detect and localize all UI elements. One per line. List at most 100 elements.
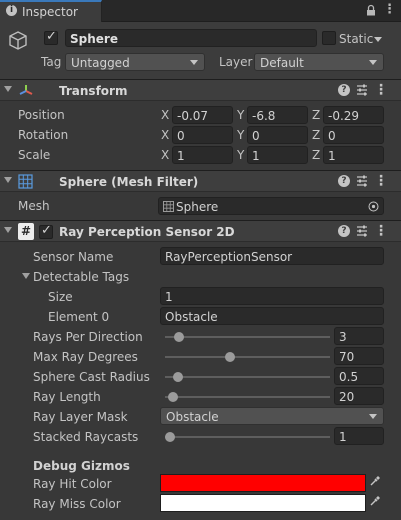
mesh-label: Mesh bbox=[18, 199, 50, 213]
tag-value: Untagged bbox=[71, 56, 130, 70]
axis-y-label: Y bbox=[237, 108, 245, 122]
static-dropdown-arrow-icon[interactable] bbox=[374, 37, 382, 42]
axis-x-label: X bbox=[161, 108, 170, 122]
transform-body: Position X -0.07 Y -6.8 Z -0.29 Rotation… bbox=[0, 101, 401, 168]
layer-dropdown[interactable]: Default bbox=[254, 53, 384, 71]
value: 0 bbox=[177, 129, 185, 143]
mesh-object-field[interactable]: Sphere bbox=[158, 197, 384, 215]
slider-track[interactable] bbox=[165, 436, 330, 438]
help-icon[interactable]: ? bbox=[338, 84, 350, 96]
mesh-value: Sphere bbox=[176, 200, 219, 214]
slider-handle[interactable] bbox=[165, 432, 175, 442]
script-hash-icon: # bbox=[18, 223, 34, 240]
help-icon[interactable]: ? bbox=[338, 225, 350, 237]
ray-sensor-header[interactable]: # ✓ Ray Perception Sensor 2D ? ⋮ bbox=[0, 220, 401, 242]
tags-size-field[interactable]: 1 bbox=[160, 287, 384, 305]
tag-dropdown[interactable]: Untagged bbox=[65, 53, 205, 71]
rotation-x-field[interactable]: 0 bbox=[172, 126, 233, 144]
preset-settings-icon[interactable] bbox=[355, 173, 369, 189]
position-x-field[interactable]: -0.07 bbox=[172, 106, 233, 124]
rotation-label: Rotation bbox=[18, 128, 69, 142]
value: 1 bbox=[328, 149, 336, 163]
foldout-arrow-icon[interactable] bbox=[22, 273, 30, 279]
slider-handle[interactable] bbox=[225, 352, 236, 362]
slider-track[interactable] bbox=[165, 356, 330, 358]
slider-handle[interactable] bbox=[172, 372, 183, 382]
ray-layer-mask-value: Obstacle bbox=[166, 410, 219, 424]
scale-y-field[interactable]: 1 bbox=[247, 146, 308, 164]
slider-handle[interactable] bbox=[174, 332, 185, 342]
position-label: Position bbox=[18, 108, 65, 122]
active-toggle[interactable]: ✓ bbox=[44, 29, 58, 45]
gameobject-name-field[interactable]: Sphere bbox=[65, 29, 317, 47]
lock-icon[interactable] bbox=[366, 4, 376, 16]
context-menu-icon[interactable]: ⋮ bbox=[374, 223, 388, 239]
detectable-tags-label[interactable]: Detectable Tags bbox=[33, 269, 129, 285]
preset-settings-icon[interactable] bbox=[355, 223, 369, 239]
ray-sensor-body: Sensor Name RayPerceptionSensor Detectab… bbox=[0, 242, 401, 520]
value: 0 bbox=[328, 129, 336, 143]
ray-layer-mask-dropdown[interactable]: Obstacle bbox=[160, 407, 384, 425]
object-picker-icon[interactable] bbox=[368, 201, 379, 212]
ray-layer-mask-label: Ray Layer Mask bbox=[33, 410, 128, 424]
context-menu-icon[interactable]: ⋮ bbox=[374, 82, 388, 98]
value: 20 bbox=[339, 390, 355, 404]
rotation-y-field[interactable]: 0 bbox=[247, 126, 308, 144]
component-title: Sphere (Mesh Filter) bbox=[59, 175, 199, 189]
value: 70 bbox=[339, 350, 355, 364]
element0-label: Element 0 bbox=[48, 310, 110, 324]
component-enabled-toggle[interactable]: ✓ bbox=[39, 223, 53, 239]
eyedropper-icon[interactable] bbox=[368, 475, 382, 491]
max-ray-degrees-field[interactable]: 70 bbox=[334, 347, 384, 365]
eyedropper-icon[interactable] bbox=[368, 495, 382, 511]
axis-x-label: X bbox=[161, 128, 170, 142]
axis-y-label: Y bbox=[237, 128, 245, 142]
gameobject-name: Sphere bbox=[70, 32, 118, 46]
chevron-down-icon bbox=[369, 60, 377, 65]
value: -0.29 bbox=[328, 109, 360, 123]
gameobject-cube-icon bbox=[9, 31, 27, 50]
debug-gizmos-heading: Debug Gizmos bbox=[33, 459, 130, 473]
static-checkbox[interactable] bbox=[322, 31, 336, 45]
foldout-arrow-icon[interactable] bbox=[4, 177, 12, 183]
ray-length-field[interactable]: 20 bbox=[334, 387, 384, 405]
kebab-menu-icon[interactable]: ⋮ bbox=[383, 3, 396, 17]
sphere-cast-radius-field[interactable]: 0.5 bbox=[334, 367, 384, 385]
preset-settings-icon[interactable] bbox=[355, 82, 369, 98]
foldout-arrow-icon[interactable] bbox=[4, 86, 12, 92]
stacked-raycasts-field[interactable]: 1 bbox=[334, 427, 384, 445]
value: 0 bbox=[252, 129, 260, 143]
rays-per-direction-field[interactable]: 3 bbox=[334, 327, 384, 345]
scale-x-field[interactable]: 1 bbox=[172, 146, 233, 164]
ray-hit-color-swatch[interactable] bbox=[160, 474, 366, 492]
axis-z-label: Z bbox=[312, 128, 321, 142]
value: 1 bbox=[177, 149, 185, 163]
mesh-filter-header[interactable]: Sphere (Mesh Filter) ? ⋮ bbox=[0, 170, 401, 192]
position-z-field[interactable]: -0.29 bbox=[323, 106, 384, 124]
help-icon[interactable]: ? bbox=[338, 175, 350, 187]
layer-label: Layer bbox=[219, 55, 253, 69]
context-menu-icon[interactable]: ⋮ bbox=[374, 173, 388, 189]
ray-miss-color-swatch[interactable] bbox=[160, 494, 366, 512]
tag-element0-field[interactable]: Obstacle bbox=[160, 307, 384, 325]
slider-track[interactable] bbox=[165, 396, 330, 398]
size-label: Size bbox=[48, 290, 73, 304]
value: -0.07 bbox=[177, 109, 209, 123]
foldout-arrow-icon[interactable] bbox=[4, 227, 12, 233]
transform-header[interactable]: Transform ? ⋮ bbox=[0, 79, 401, 101]
checkmark-icon: ✓ bbox=[46, 29, 57, 44]
rotation-z-field[interactable]: 0 bbox=[323, 126, 384, 144]
slider-handle[interactable] bbox=[168, 392, 179, 402]
sensor-name-value: RayPerceptionSensor bbox=[165, 250, 293, 264]
value: -6.8 bbox=[252, 109, 276, 123]
tab-label: Inspector bbox=[22, 5, 78, 19]
position-y-field[interactable]: -6.8 bbox=[247, 106, 308, 124]
scale-z-field[interactable]: 1 bbox=[323, 146, 384, 164]
mesh-filter-body: Mesh Sphere bbox=[0, 192, 401, 220]
layer-value: Default bbox=[260, 56, 304, 70]
tab-inspector[interactable]: i Inspector bbox=[0, 0, 102, 22]
slider-track[interactable] bbox=[165, 376, 330, 378]
tag-element0-value: Obstacle bbox=[165, 310, 218, 324]
slider-track[interactable] bbox=[165, 336, 330, 338]
sensor-name-field[interactable]: RayPerceptionSensor bbox=[160, 247, 384, 265]
